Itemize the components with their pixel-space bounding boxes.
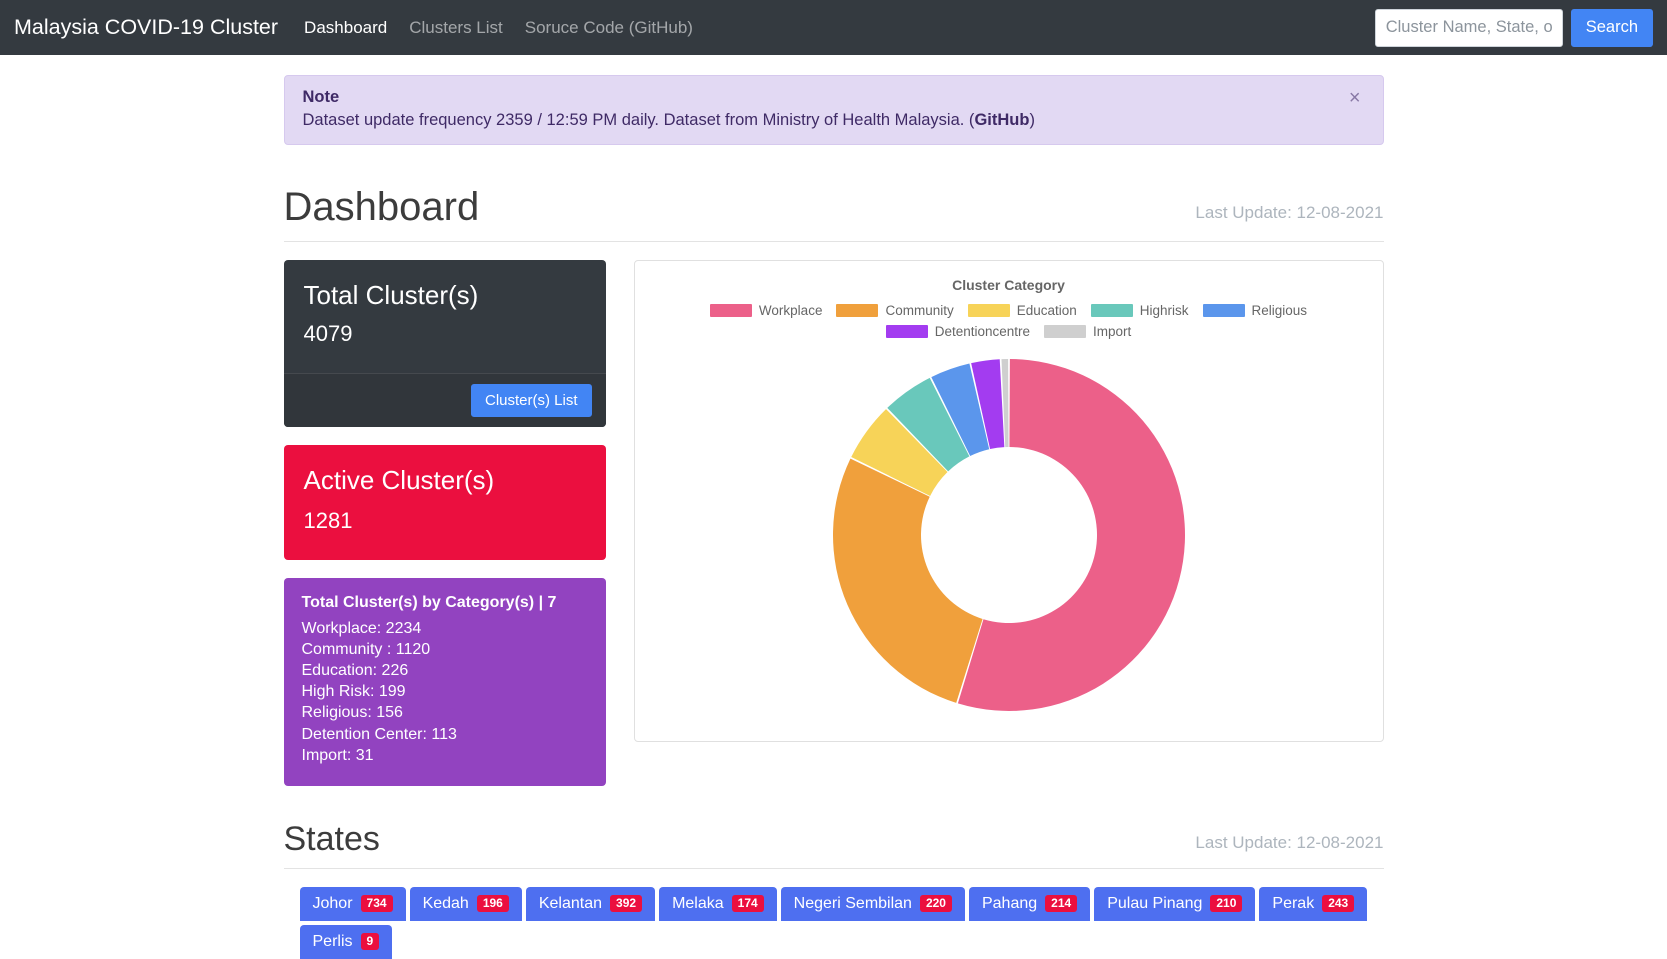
legend-label: Education bbox=[1016, 303, 1077, 318]
category-line-high-risk: High Risk: 199 bbox=[301, 683, 406, 701]
legend-label: Workplace bbox=[758, 303, 823, 318]
state-tab-melaka[interactable]: Melaka 174 bbox=[659, 886, 777, 921]
clusters-by-category-card: Total Cluster(s) by Category(s) | 7 Work… bbox=[283, 578, 606, 786]
nav-link-clusters-list[interactable]: Clusters List bbox=[409, 18, 503, 38]
total-clusters-card-body: Total Cluster(s) 4079 bbox=[284, 260, 606, 373]
legend-label: Religious bbox=[1251, 303, 1308, 318]
state-tab-label: Kelantan bbox=[538, 894, 603, 912]
chart-column: Cluster Category Workplace Community Educa… bbox=[633, 260, 1384, 786]
legend-swatch-icon bbox=[836, 304, 879, 317]
close-icon[interactable]: × bbox=[1343, 87, 1367, 109]
category-line-detention-center: Detention Center: 113 bbox=[301, 725, 457, 743]
category-card-heading: Total Cluster(s) by Category(s) | 7 bbox=[301, 594, 557, 611]
donut-chart[interactable] bbox=[809, 349, 1209, 726]
state-tab-label: Pulau Pinang bbox=[1107, 894, 1203, 912]
legend-label: Import bbox=[1093, 324, 1132, 339]
legend-swatch-icon bbox=[967, 304, 1010, 317]
legend-label: Detentioncentre bbox=[934, 324, 1031, 339]
total-clusters-card-footer: Cluster(s) List bbox=[283, 373, 606, 427]
legend-swatch-icon bbox=[1202, 304, 1245, 317]
stats-column: Total Cluster(s) 4079 Cluster(s) List Ac… bbox=[283, 260, 606, 786]
total-clusters-value: 4079 bbox=[303, 321, 353, 346]
category-line-community: Community : 1120 bbox=[301, 641, 431, 659]
legend-item-detentioncentre[interactable]: Detentioncentre bbox=[885, 324, 1031, 339]
legend-label: Community bbox=[885, 303, 954, 318]
nav-link-dashboard[interactable]: Dashboard bbox=[304, 18, 387, 38]
legend-item-highrisk[interactable]: Highrisk bbox=[1090, 303, 1189, 318]
chart-title: Cluster Category bbox=[952, 277, 1065, 293]
chart-legend: Workplace Community Education Highrisk Relig… bbox=[709, 303, 1309, 339]
legend-swatch-icon bbox=[1044, 325, 1087, 338]
state-tab-badge: 196 bbox=[476, 895, 509, 913]
navbar: Malaysia COVID-19 Cluster Dashboard Clus… bbox=[0, 0, 1667, 55]
state-tab-perlis[interactable]: Perlis 9 bbox=[299, 924, 393, 959]
state-tab-label: Negeri Sembilan bbox=[793, 894, 912, 912]
state-tab-badge: 734 bbox=[360, 895, 393, 913]
note-alert-text-before: Dataset update frequency 2359 / 12:59 PM… bbox=[302, 111, 975, 129]
active-clusters-title: Active Cluster(s) bbox=[303, 465, 495, 495]
state-tab-pulau-pinang[interactable]: Pulau Pinang 210 bbox=[1094, 886, 1256, 921]
page-container: Note Dataset update frequency 2359 / 12:… bbox=[283, 55, 1384, 959]
category-line-education: Education: 226 bbox=[301, 662, 409, 680]
state-tabs: Johor 734 Kedah 196 Kelantan 392 Melaka 174 Nege… bbox=[284, 886, 1384, 959]
category-line-workplace: Workplace: 2234 bbox=[301, 620, 422, 637]
cluster-category-chart-card: Cluster Category Workplace Community Educa… bbox=[633, 260, 1384, 742]
state-tab-label: Perak bbox=[1272, 894, 1315, 912]
state-tab-badge: 9 bbox=[360, 933, 380, 951]
state-tab-badge: 214 bbox=[1045, 895, 1078, 913]
nav-links: Dashboard Clusters List Soruce Code (Git… bbox=[304, 18, 693, 38]
state-tab-perak[interactable]: Perak 243 bbox=[1259, 886, 1368, 921]
state-tab-label: Melaka bbox=[672, 894, 724, 912]
note-alert-text-after: ) bbox=[1029, 111, 1035, 129]
state-tab-label: Johor bbox=[312, 894, 353, 912]
state-tab-badge: 392 bbox=[610, 895, 643, 913]
state-tab-badge: 174 bbox=[731, 895, 764, 913]
states-header: States Last Update: 12-08-2021 bbox=[283, 819, 1384, 869]
state-tab-johor[interactable]: Johor 734 bbox=[299, 886, 406, 921]
donut-slice-community[interactable] bbox=[832, 458, 983, 703]
state-tab-badge: 243 bbox=[1322, 895, 1355, 913]
note-alert-github-link[interactable]: GitHub bbox=[974, 111, 1029, 129]
legend-item-community[interactable]: Community bbox=[836, 303, 954, 318]
total-clusters-title: Total Cluster(s) bbox=[303, 280, 479, 310]
state-tab-label: Kedah bbox=[422, 894, 469, 912]
state-tab-label: Perlis bbox=[312, 932, 353, 950]
navbar-search-form: Search bbox=[1374, 8, 1653, 47]
clusters-list-button[interactable]: Cluster(s) List bbox=[470, 384, 592, 417]
states-last-update: Last Update: 12-08-2021 bbox=[1195, 832, 1384, 852]
legend-item-import[interactable]: Import bbox=[1044, 324, 1131, 339]
category-line-religious: Religious: 156 bbox=[301, 704, 403, 722]
state-tab-badge: 220 bbox=[919, 895, 952, 913]
category-line-import: Import: 31 bbox=[301, 746, 374, 764]
legend-item-education[interactable]: Education bbox=[967, 303, 1077, 318]
donut-chart-svg bbox=[832, 359, 1185, 711]
legend-item-workplace[interactable]: Workplace bbox=[709, 303, 823, 318]
state-tab-pahang[interactable]: Pahang 214 bbox=[968, 886, 1091, 921]
legend-swatch-icon bbox=[709, 304, 752, 317]
state-tab-negeri-sembilan[interactable]: Negeri Sembilan 220 bbox=[780, 886, 965, 921]
search-button[interactable]: Search bbox=[1570, 8, 1653, 47]
active-clusters-card: Active Cluster(s) 1281 bbox=[283, 445, 606, 560]
legend-label: Highrisk bbox=[1139, 303, 1189, 318]
legend-item-religious[interactable]: Religious bbox=[1202, 303, 1308, 318]
total-clusters-card: Total Cluster(s) 4079 Cluster(s) List bbox=[283, 260, 606, 427]
dashboard-row: Total Cluster(s) 4079 Cluster(s) List Ac… bbox=[283, 260, 1384, 786]
state-tab-kelantan[interactable]: Kelantan 392 bbox=[525, 886, 656, 921]
legend-swatch-icon bbox=[885, 325, 928, 338]
nav-link-source-code[interactable]: Soruce Code (GitHub) bbox=[525, 18, 693, 38]
page-last-update: Last Update: 12-08-2021 bbox=[1195, 203, 1384, 222]
state-tab-badge: 210 bbox=[1210, 895, 1243, 913]
page-header: Dashboard Last Update: 12-08-2021 bbox=[283, 185, 1384, 242]
state-tab-kedah[interactable]: Kedah 196 bbox=[409, 886, 522, 921]
states-title: States bbox=[283, 819, 380, 858]
state-tab-label: Pahang bbox=[981, 894, 1038, 912]
note-alert-body: Dataset update frequency 2359 / 12:59 PM… bbox=[303, 111, 1365, 130]
note-alert-title: Note bbox=[302, 88, 340, 106]
active-clusters-value: 1281 bbox=[303, 508, 353, 533]
note-alert: Note Dataset update frequency 2359 / 12:… bbox=[283, 75, 1384, 145]
legend-swatch-icon bbox=[1090, 304, 1133, 317]
page-title: Dashboard bbox=[283, 185, 480, 229]
search-input[interactable] bbox=[1374, 8, 1563, 47]
brand-link[interactable]: Malaysia COVID-19 Cluster bbox=[14, 15, 278, 40]
